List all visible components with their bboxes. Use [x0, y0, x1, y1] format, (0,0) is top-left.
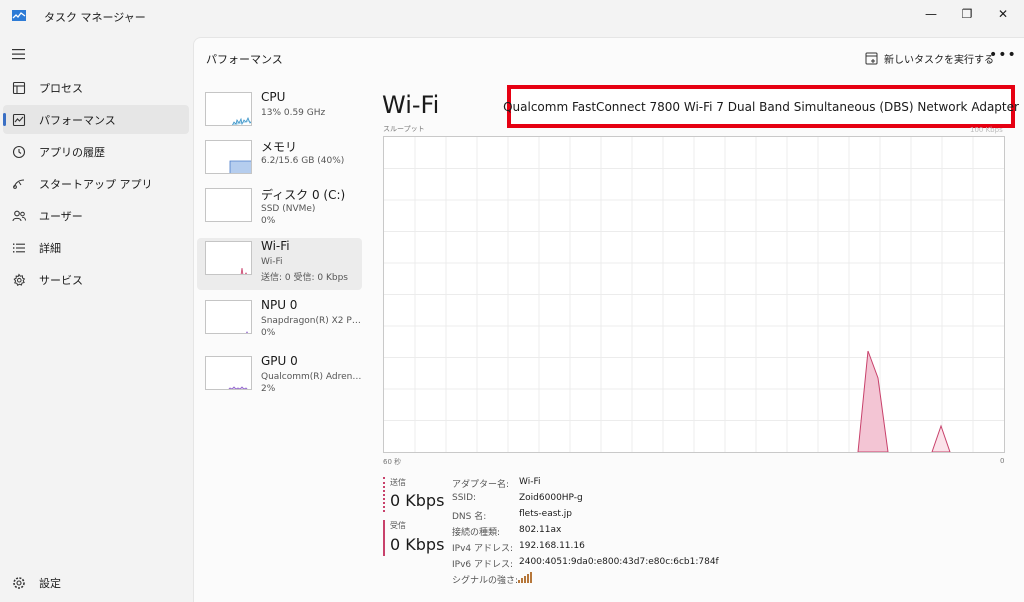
run-task-label: 新しいタスクを実行する	[884, 54, 994, 66]
details-icon	[13, 243, 25, 253]
prop-key-signal: シグナルの強さ:	[452, 576, 519, 586]
throughput-spike-2	[931, 424, 951, 453]
page-title: パフォーマンス	[206, 53, 283, 66]
device-wifi[interactable]: Wi-Fi Wi-Fi 送信: 0 受信: 0 Kbps	[197, 238, 362, 290]
throughput-label: スループット	[383, 125, 425, 133]
device-memory[interactable]: メモリ 6.2/15.6 GB (40%)	[197, 137, 362, 189]
prop-key-connection-type: 接続の種類:	[452, 528, 501, 538]
device-stat: 2%	[261, 384, 276, 394]
run-new-task-button[interactable]: 新しいタスクを実行する	[865, 47, 994, 69]
selection-indicator	[3, 113, 6, 126]
nav-label-services: サービス	[39, 274, 83, 287]
adapter-name: Qualcomm FastConnect 7800 Wi-Fi 7 Dual B…	[503, 99, 1019, 114]
services-icon	[13, 273, 26, 287]
nav-label-app-history: アプリの履歴	[39, 146, 105, 159]
task-manager-app-icon	[12, 10, 26, 21]
device-name: ディスク 0 (C:)	[261, 188, 346, 202]
performance-icon	[12, 113, 26, 127]
close-button[interactable]: ✕	[980, 0, 1024, 28]
prop-key-ipv6: IPv6 アドレス:	[452, 560, 514, 570]
run-task-icon	[865, 52, 878, 64]
nav-item-startup-apps[interactable]: スタートアップ アプリ	[3, 169, 189, 198]
device-disk[interactable]: ディスク 0 (C:) SSD (NVMe) 0%	[197, 185, 362, 237]
nav-item-app-history[interactable]: アプリの履歴	[3, 137, 189, 166]
device-stat: 送信: 0 受信: 0 Kbps	[261, 273, 348, 283]
device-name: NPU 0	[261, 298, 298, 312]
startup-icon	[13, 179, 25, 189]
device-stat: SSD (NVMe)	[261, 204, 316, 214]
receive-indicator	[383, 520, 385, 556]
nav-label-details: 詳細	[39, 242, 61, 255]
device-name: CPU	[261, 90, 286, 104]
prop-key-dns: DNS 名:	[452, 512, 487, 522]
device-title: Wi-Fi	[382, 91, 440, 119]
prop-key-adapter: アダプター名:	[452, 480, 510, 490]
nav-label-processes: プロセス	[39, 82, 83, 95]
prop-value-ssid: Zoid6000HP-g	[519, 493, 583, 503]
users-icon	[12, 210, 26, 222]
signal-strength-icon	[518, 572, 532, 583]
device-npu[interactable]: NPU 0 Snapdragon(R) X2 Plu... 0%	[197, 297, 362, 349]
receive-value: 0 Kbps	[390, 535, 445, 554]
cpu-thumbnail-graph	[205, 92, 252, 126]
device-stat: Snapdragon(R) X2 Plu...	[261, 316, 362, 326]
nav-item-performance[interactable]: パフォーマンス	[3, 105, 189, 134]
prop-key-ssid: SSID:	[452, 493, 477, 503]
device-name: GPU 0	[261, 354, 298, 368]
main-panel: パフォーマンス 新しいタスクを実行する ••• CPU 13% 0.59 GHz…	[193, 37, 1024, 602]
title-bar: タスク マネージャー — ❐ ✕	[0, 0, 1024, 34]
nav-label-users: ユーザー	[39, 210, 83, 223]
gpu-thumbnail-graph	[205, 356, 252, 390]
history-icon	[12, 145, 26, 159]
prop-value-ipv6: 2400:4051:9da0:e800:43d7:e80c:6cb1:784f	[519, 557, 719, 567]
prop-value-ipv4: 192.168.11.16	[519, 541, 585, 551]
disk-thumbnail-graph	[205, 188, 252, 222]
npu-thumbnail-graph	[205, 300, 252, 334]
send-indicator	[383, 477, 385, 512]
nav-label-performance: パフォーマンス	[39, 114, 116, 127]
prop-key-ipv4: IPv4 アドレス:	[452, 544, 514, 554]
device-stat: 0%	[261, 328, 276, 338]
nav-item-services[interactable]: サービス	[3, 265, 189, 294]
throughput-graph-canvas	[384, 137, 1004, 453]
nav-label-startup-apps: スタートアップ アプリ	[39, 178, 153, 191]
device-stat: Qualcomm(R) Adreno...	[261, 372, 362, 382]
gear-icon	[13, 577, 25, 589]
memory-thumbnail-graph	[205, 140, 252, 174]
device-name: メモリ	[261, 140, 298, 154]
prop-value-connection-type: 802.11ax	[519, 525, 562, 535]
nav-item-settings[interactable]: 設定	[3, 568, 189, 597]
window-title: タスク マネージャー	[44, 11, 146, 24]
device-cpu[interactable]: CPU 13% 0.59 GHz	[197, 89, 362, 141]
more-options-button[interactable]: •••	[989, 46, 1016, 68]
hamburger-menu-icon[interactable]	[11, 47, 27, 61]
send-value: 0 Kbps	[390, 491, 445, 510]
device-name: Wi-Fi	[261, 239, 290, 253]
throughput-graph	[383, 136, 1005, 453]
device-stat: 0%	[261, 216, 276, 226]
wifi-thumbnail-graph	[205, 241, 252, 275]
time-axis-right: 0	[1000, 457, 1005, 465]
max-scale-label: 100 Kbps	[970, 126, 1003, 134]
nav-item-processes[interactable]: プロセス	[3, 73, 189, 102]
device-stat: 6.2/15.6 GB (40%)	[261, 156, 345, 166]
nav-item-users[interactable]: ユーザー	[3, 201, 189, 230]
prop-value-dns: flets-east.jp	[519, 509, 573, 519]
time-axis-left: 60 秒	[383, 458, 402, 466]
adapter-name-highlight: Qualcomm FastConnect 7800 Wi-Fi 7 Dual B…	[503, 85, 1019, 128]
prop-value-adapter: Wi-Fi	[519, 477, 541, 487]
device-gpu[interactable]: GPU 0 Qualcomm(R) Adreno... 2%	[197, 353, 362, 405]
processes-icon	[12, 81, 26, 95]
receive-label: 受信	[390, 521, 406, 530]
throughput-spike-1	[857, 350, 889, 453]
send-label: 送信	[390, 478, 406, 487]
nav-label-settings: 設定	[39, 577, 61, 590]
device-stat: 13% 0.59 GHz	[261, 108, 326, 118]
nav-item-details[interactable]: 詳細	[3, 233, 189, 262]
device-stat: Wi-Fi	[261, 257, 283, 267]
